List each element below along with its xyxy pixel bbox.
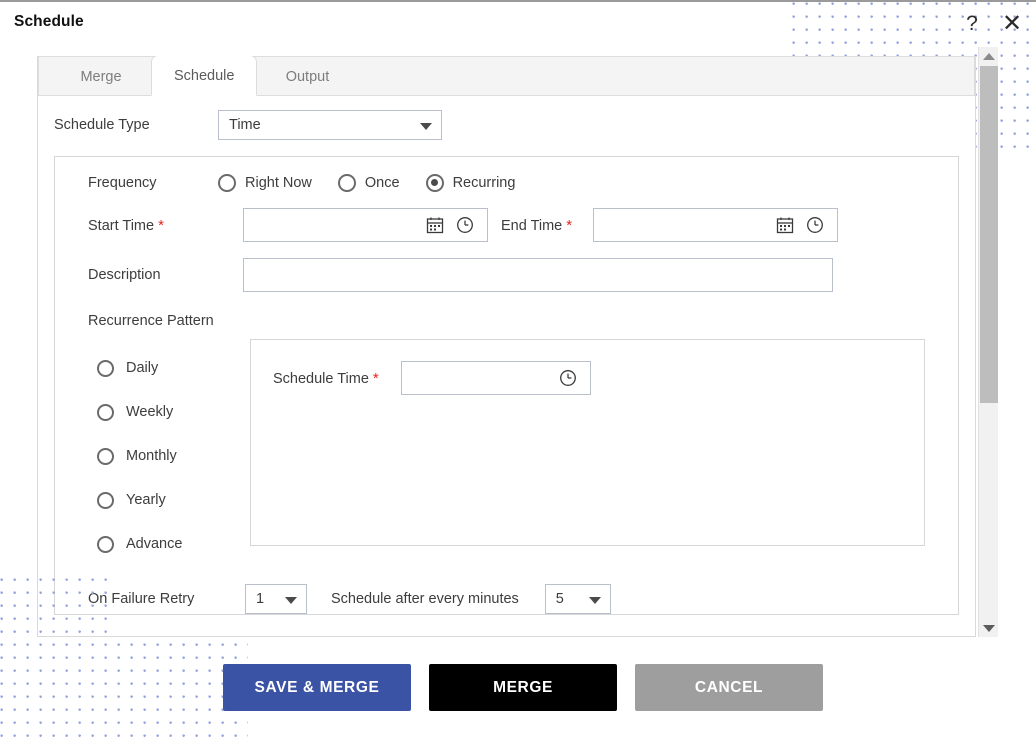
frequency-option-right-now[interactable]: Right Now — [218, 174, 312, 192]
schedule-interval-select[interactable]: 5 — [544, 584, 611, 614]
end-time-label: End Time * — [501, 217, 593, 234]
close-icon[interactable]: ✕ — [996, 8, 1028, 40]
start-time-input[interactable] — [243, 208, 488, 242]
merge-button[interactable]: MERGE — [429, 664, 617, 711]
schedule-time-row: Schedule Time * — [251, 340, 924, 395]
calendar-icon[interactable] — [426, 216, 444, 234]
frequency-option-recurring-label: Recurring — [452, 175, 516, 191]
tab-merge-label: Merge — [80, 68, 122, 85]
schedule-time-field — [400, 361, 591, 395]
required-asterisk: * — [566, 216, 573, 234]
schedule-type-row: Schedule Type Time — [38, 96, 975, 150]
frequency-option-right-now-label: Right Now — [245, 175, 312, 191]
on-failure-retry-select[interactable]: 1 — [245, 584, 307, 614]
recurrence-pattern-list: Daily Weekly Monthly Yearly Advance — [55, 339, 250, 566]
schedule-type-label: Schedule Type — [54, 117, 150, 133]
page-title: Schedule — [14, 13, 84, 30]
chevron-down-icon — [420, 123, 432, 130]
end-time-input[interactable] — [593, 208, 838, 242]
schedule-interval-label: Schedule after every minutes — [331, 591, 519, 607]
clock-icon[interactable] — [456, 216, 474, 234]
frequency-option-once[interactable]: Once — [337, 174, 400, 192]
scroll-up-arrow-icon[interactable] — [979, 47, 999, 65]
tab-schedule-label: Schedule — [174, 67, 235, 84]
chevron-down-icon — [285, 597, 297, 604]
recurrence-option-monthly[interactable]: Monthly — [97, 434, 250, 478]
on-failure-retry-row: On Failure Retry 1 Schedule after every … — [55, 566, 958, 614]
start-time-label: Start Time * — [88, 217, 243, 234]
recurrence-option-yearly[interactable]: Yearly — [97, 478, 250, 522]
time-row: Start Time * End Time * — [55, 192, 958, 242]
schedule-dialog: Schedule ? ✕ Merge Schedule Output Sched… — [0, 0, 1036, 743]
schedule-type-value: Time — [229, 117, 261, 133]
required-asterisk: * — [372, 369, 379, 387]
chevron-down-icon — [588, 597, 601, 604]
end-time-field — [593, 208, 838, 242]
start-time-field — [243, 208, 488, 242]
recurrence-option-monthly-label: Monthly — [126, 448, 177, 464]
recurrence-option-daily-label: Daily — [126, 360, 159, 376]
radio-icon — [97, 359, 114, 377]
dialog-content: Merge Schedule Output Schedule Type Time — [37, 56, 976, 637]
description-row: Description — [55, 242, 958, 292]
dialog-footer: SAVE & MERGE MERGE CANCEL — [0, 664, 1036, 711]
clock-icon[interactable] — [559, 369, 577, 387]
tab-output[interactable]: Output — [257, 56, 357, 96]
radio-icon — [218, 174, 236, 192]
schedule-interval-value: 5 — [555, 591, 564, 607]
tab-output-label: Output — [285, 68, 330, 85]
frequency-group-panel: Frequency Right Now Once Recurring Start… — [54, 156, 959, 615]
radio-icon — [97, 535, 114, 553]
help-icon[interactable]: ? — [956, 8, 988, 40]
on-failure-retry-label: On Failure Retry — [88, 591, 195, 607]
clock-icon[interactable] — [806, 216, 824, 234]
recurrence-option-advance-label: Advance — [126, 536, 183, 552]
vertical-scrollbar[interactable] — [978, 47, 998, 637]
radio-icon — [337, 174, 356, 192]
recurrence-option-daily[interactable]: Daily — [97, 346, 250, 390]
schedule-time-label: Schedule Time * — [273, 370, 379, 387]
calendar-icon[interactable] — [776, 216, 794, 234]
tab-bar: Merge Schedule Output — [38, 56, 975, 96]
description-label: Description — [88, 267, 161, 283]
recurrence-pattern-label: Recurrence Pattern — [88, 313, 214, 329]
radio-icon — [97, 403, 114, 421]
frequency-option-once-label: Once — [364, 175, 400, 191]
dialog-titlebar: Schedule ? ✕ — [0, 0, 1036, 46]
recurrence-option-advance[interactable]: Advance — [97, 522, 250, 566]
radio-selected-icon — [425, 174, 444, 192]
recurrence-option-weekly-label: Weekly — [126, 404, 174, 420]
scrollbar-thumb[interactable] — [980, 66, 998, 403]
frequency-label: Frequency — [88, 175, 157, 191]
description-input[interactable] — [243, 258, 833, 292]
required-asterisk: * — [158, 216, 164, 234]
save-and-merge-button[interactable]: SAVE & MERGE — [223, 664, 411, 711]
recurrence-pattern-area: Daily Weekly Monthly Yearly Advance Sche… — [55, 329, 958, 566]
schedule-time-label-text: Schedule Time — [273, 370, 369, 387]
recurrence-option-yearly-label: Yearly — [126, 492, 166, 508]
frequency-option-recurring[interactable]: Recurring — [425, 174, 516, 192]
on-failure-retry-value: 1 — [256, 591, 265, 607]
recurrence-option-weekly[interactable]: Weekly — [97, 390, 250, 434]
end-time-label-text: End Time — [501, 217, 563, 234]
start-time-label-text: Start Time — [88, 217, 155, 234]
scroll-down-arrow-icon[interactable] — [979, 619, 999, 637]
radio-icon — [97, 491, 114, 509]
schedule-type-select[interactable]: Time — [218, 110, 442, 140]
cancel-button[interactable]: CANCEL — [635, 664, 823, 711]
tab-merge[interactable]: Merge — [51, 56, 151, 96]
schedule-time-panel: Schedule Time * — [250, 339, 925, 546]
schedule-tab-panel: Schedule Type Time Frequency Right Now O… — [38, 96, 975, 636]
frequency-row: Frequency Right Now Once Recurring — [55, 157, 958, 192]
tab-schedule[interactable]: Schedule — [151, 56, 258, 96]
radio-icon — [97, 447, 114, 465]
